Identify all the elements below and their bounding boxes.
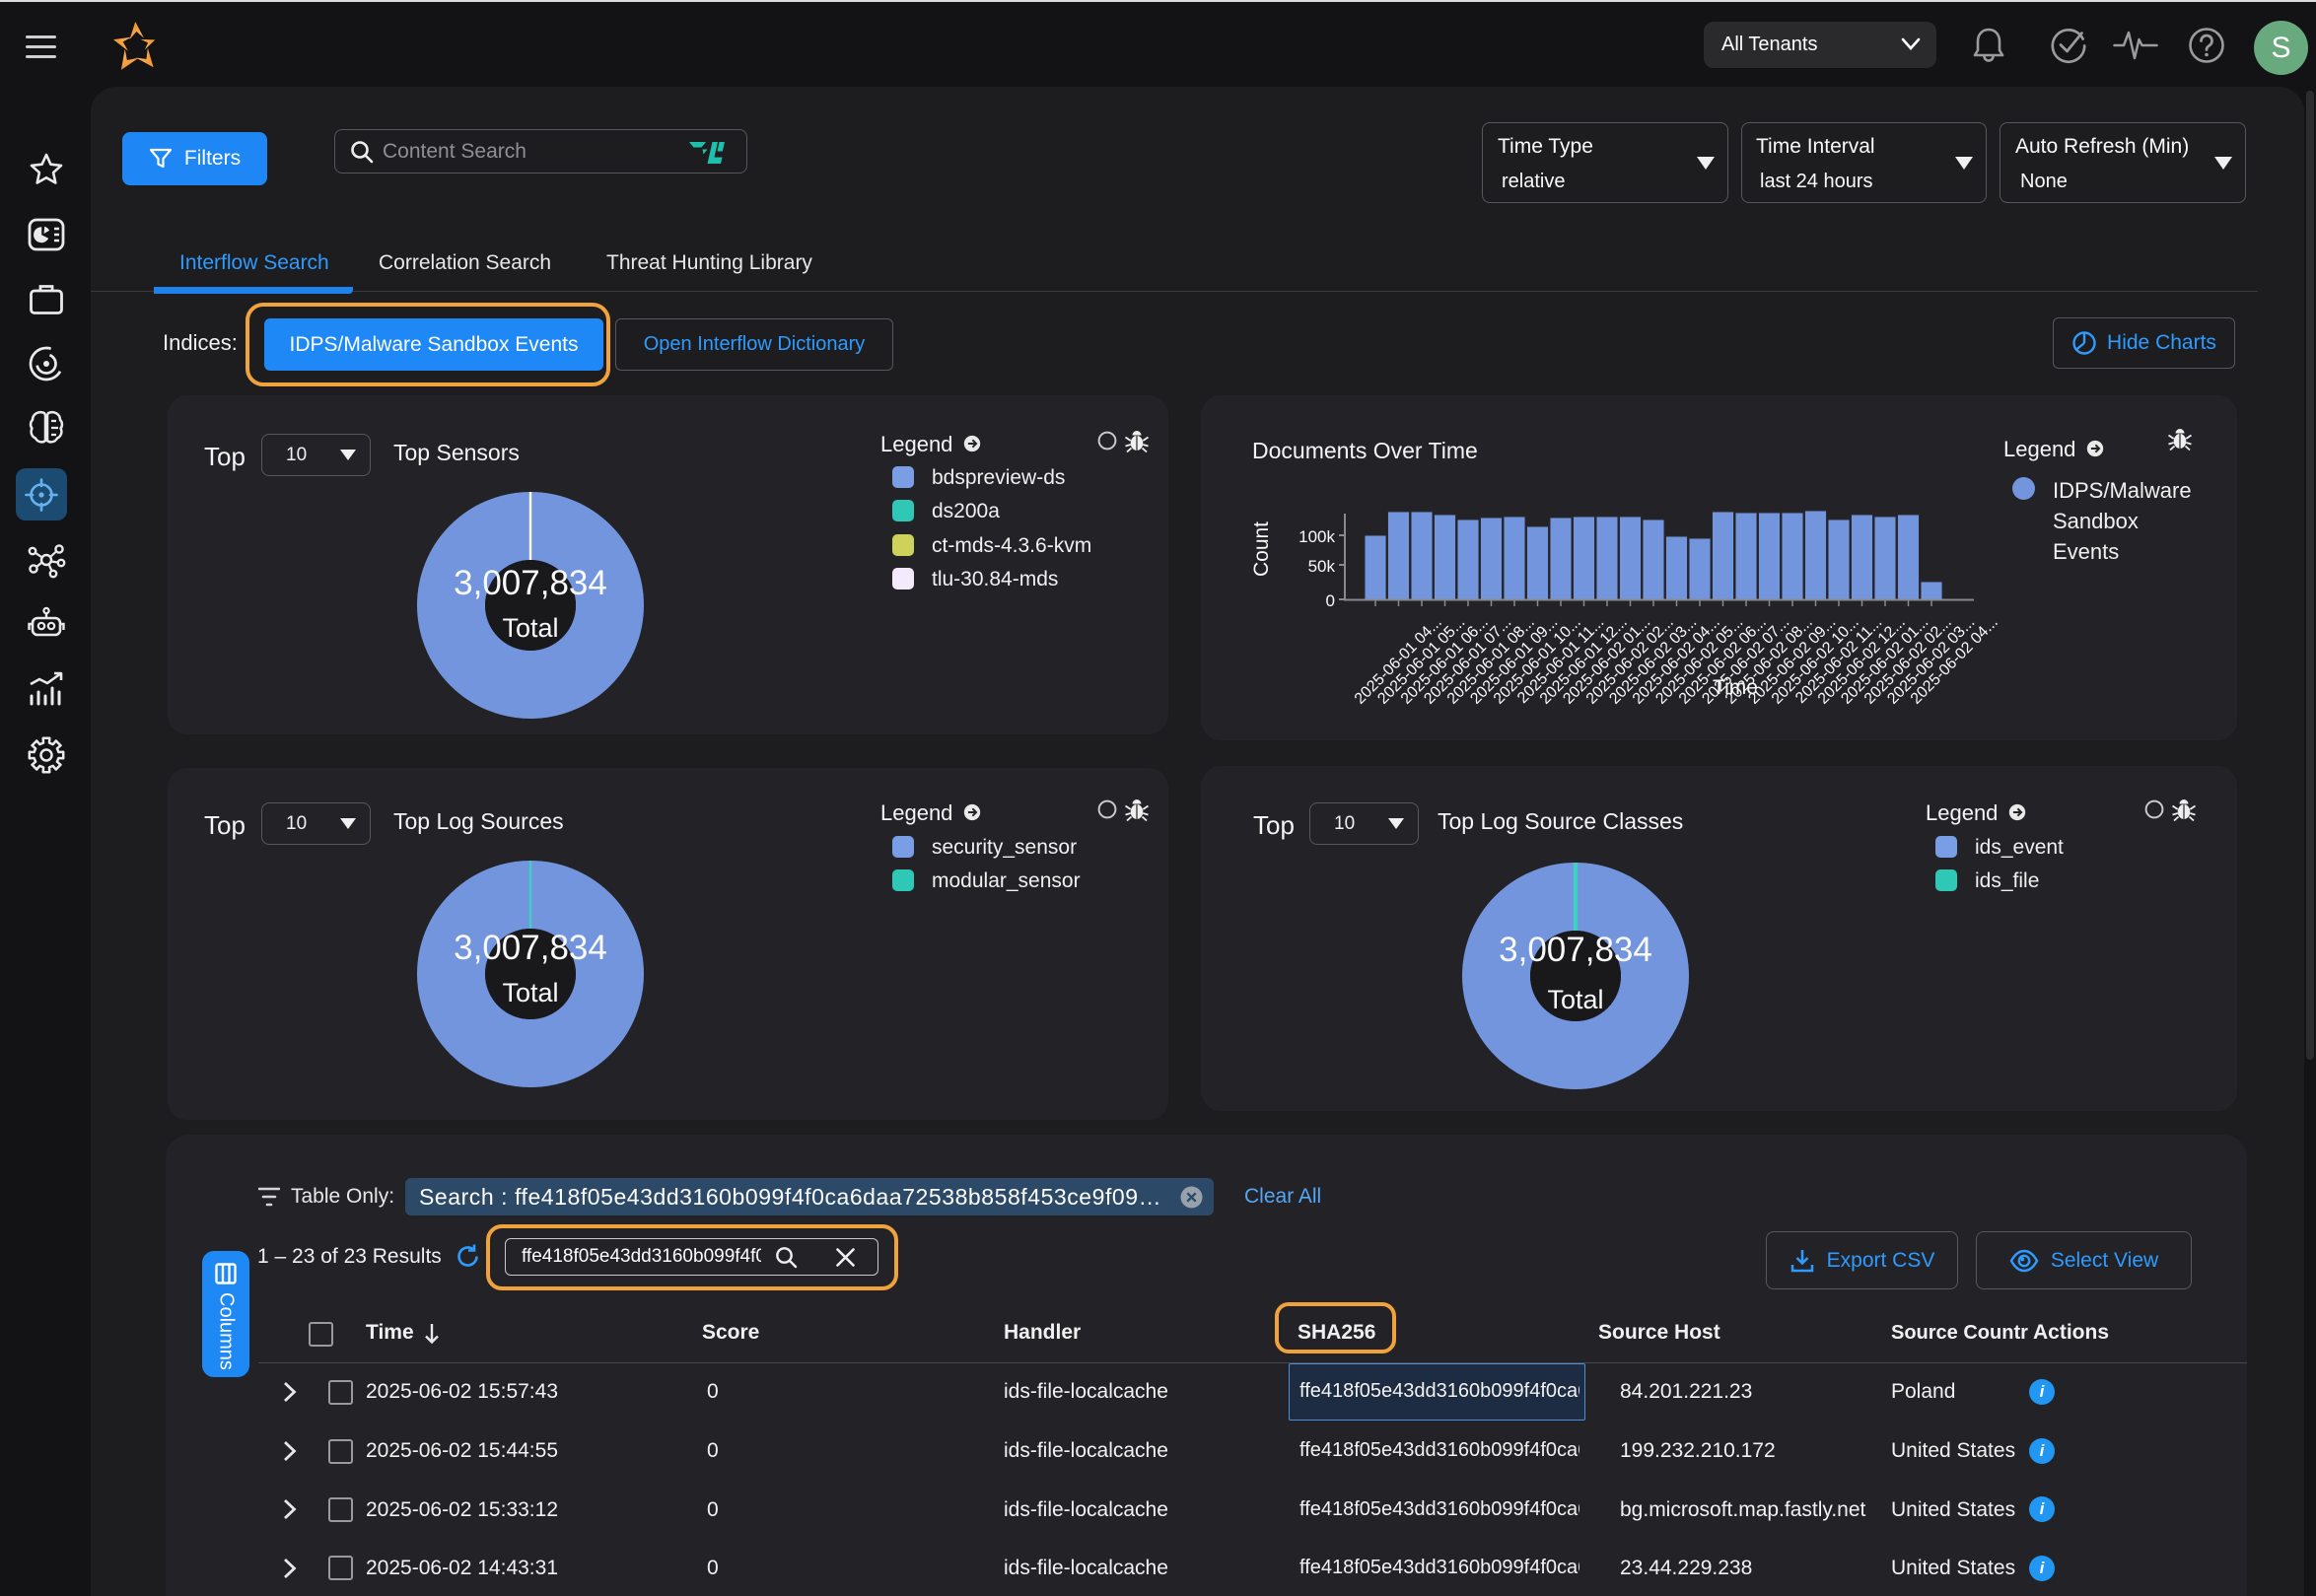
- svg-text:100k: 100k: [1298, 527, 1335, 546]
- svg-text:Count: Count: [1250, 521, 1273, 577]
- svg-text:Time: Time: [1713, 676, 1758, 699]
- svg-text:50k: 50k: [1308, 557, 1336, 576]
- svg-text:0: 0: [1326, 591, 1335, 610]
